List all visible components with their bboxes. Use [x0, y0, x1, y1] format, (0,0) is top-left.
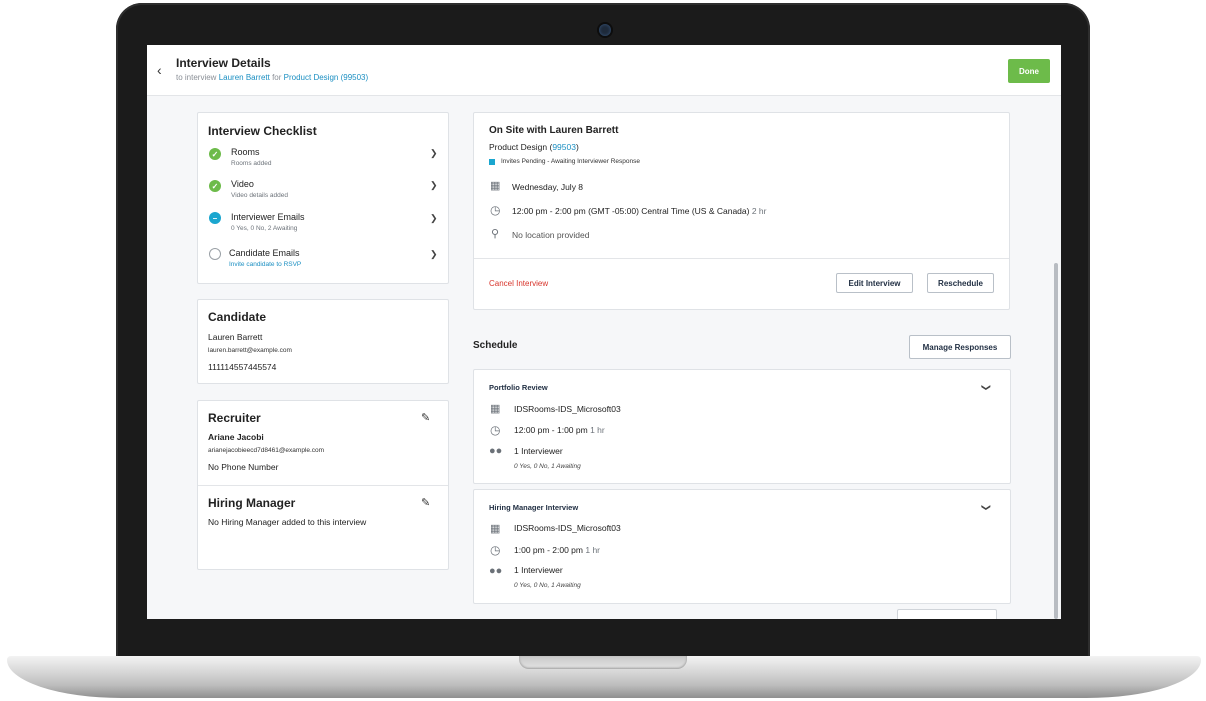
laptop-mockup: ‹ Interview Details to interview Lauren … [0, 0, 1206, 701]
reschedule-button[interactable]: Reschedule [927, 273, 994, 293]
app-screen: ‹ Interview Details to interview Lauren … [147, 45, 1061, 619]
chevron-right-icon[interactable]: ❯ [430, 180, 438, 191]
interview-title: On Site with Lauren Barrett [489, 125, 619, 136]
people-icon: ●● [489, 445, 503, 457]
session-responses: 0 Yes, 0 No, 1 Awaiting [514, 463, 581, 470]
interview-date: Wednesday, July 8 [512, 182, 584, 192]
interview-time: 12:00 pm - 2:00 pm (GMT -05:00) Central … [512, 206, 750, 216]
checklist-item-status: Video details added [231, 192, 288, 199]
interview-overview-card: On Site with Lauren Barrett Product Desi… [473, 112, 1010, 310]
people-icon: ●● [489, 565, 503, 577]
empty-circle-icon [209, 248, 221, 260]
minus-circle-icon: – [209, 212, 221, 224]
session-time: 12:00 pm - 1:00 pm [514, 425, 588, 435]
building-icon: ▦ [490, 403, 501, 415]
session-name: Portfolio Review [489, 383, 548, 392]
checklist-item-status: 0 Yes, 0 No, 2 Awaiting [231, 225, 298, 232]
job-prefix: Product Design ( [489, 142, 553, 152]
divider [474, 258, 1009, 259]
chevron-down-icon[interactable]: ❯ [980, 504, 991, 512]
hiring-manager-title: Hiring Manager [208, 496, 296, 510]
check-circle-icon: ✓ [209, 148, 221, 160]
done-button[interactable]: Done [1008, 59, 1050, 83]
webcam [599, 24, 611, 36]
checklist-item-candidate-emails[interactable]: Candidate Emails [229, 248, 300, 258]
candidate-link[interactable]: Lauren Barrett [219, 73, 270, 82]
scrollbar[interactable] [1054, 263, 1058, 619]
recruiter-name: Ariane Jacobi [208, 432, 264, 442]
page-subtitle: to interview Lauren Barrett for Product … [176, 73, 368, 82]
edit-interview-button[interactable]: Edit Interview [836, 273, 913, 293]
pencil-icon[interactable]: ✎ [421, 496, 430, 509]
subtitle-for: for [272, 73, 282, 82]
schedule-session-card[interactable]: Portfolio Review ❯ ▦ IDSRooms-IDS_Micros… [473, 369, 1011, 484]
pencil-icon[interactable]: ✎ [421, 411, 430, 424]
back-chevron-icon[interactable]: ‹ [157, 62, 169, 78]
session-room: IDSRooms-IDS_Microsoft03 [514, 523, 621, 533]
session-interviewers: 1 Interviewer [514, 446, 563, 456]
chevron-right-icon[interactable]: ❯ [430, 213, 438, 224]
divider [198, 485, 448, 486]
session-duration: 1 hr [585, 545, 601, 555]
top-bar: ‹ Interview Details to interview Lauren … [147, 45, 1061, 96]
candidate-card: Candidate Lauren Barrett lauren.barrett@… [197, 299, 449, 384]
cancel-interview-link[interactable]: Cancel Interview [489, 279, 548, 288]
laptop-notch [519, 656, 687, 669]
session-interviewers: 1 Interviewer [514, 565, 563, 575]
interview-duration: 2 hr [751, 206, 767, 216]
session-room: IDSRooms-IDS_Microsoft03 [514, 404, 621, 414]
candidate-name: Lauren Barrett [208, 332, 263, 342]
schedule-title: Schedule [473, 340, 518, 351]
checklist-item-interviewer-emails[interactable]: Interviewer Emails [231, 212, 305, 222]
interview-time-row: 12:00 pm - 2:00 pm (GMT -05:00) Central … [512, 206, 767, 216]
session-time-row: 12:00 pm - 1:00 pm 1 hr [514, 425, 605, 435]
recruiter-hiring-card: Recruiter ✎ Ariane Jacobi arianejacobiee… [197, 400, 449, 570]
interview-job: Product Design (99503) [489, 142, 579, 152]
session-time-row: 1:00 pm - 2:00 pm 1 hr [514, 545, 600, 555]
session-responses: 0 Yes, 0 No, 1 Awaiting [514, 582, 581, 589]
recruiter-phone: No Phone Number [208, 462, 279, 472]
interview-checklist-card: Interview Checklist ✓ Rooms Rooms added … [197, 112, 449, 284]
subtitle-prefix: to interview [176, 73, 217, 82]
location-pin-icon: ⚲ [491, 228, 500, 240]
interview-status: Invites Pending - Awaiting Interviewer R… [501, 158, 640, 165]
invite-candidate-link[interactable]: Invite candidate to RSVP [229, 261, 301, 268]
checklist-item-video[interactable]: Video [231, 179, 254, 189]
job-link[interactable]: Product Design (99503) [284, 73, 369, 82]
chevron-right-icon[interactable]: ❯ [430, 148, 438, 159]
clock-icon: ◷ [490, 203, 501, 217]
manage-responses-button[interactable]: Manage Responses [909, 335, 1011, 359]
checklist-title: Interview Checklist [208, 124, 317, 138]
recruiter-title: Recruiter [208, 411, 261, 425]
job-id-link[interactable]: 99503 [552, 142, 576, 152]
session-duration: 1 hr [590, 425, 605, 435]
chevron-down-icon[interactable]: ❯ [980, 384, 991, 392]
session-time: 1:00 pm - 2:00 pm [514, 545, 583, 555]
building-icon: ▦ [490, 523, 501, 535]
job-suffix: ) [575, 142, 579, 152]
page-title: Interview Details [176, 56, 271, 70]
status-square-icon [489, 159, 495, 165]
schedule-session-card[interactable]: Hiring Manager Interview ❯ ▦ IDSRooms-ID… [473, 489, 1011, 604]
candidate-title: Candidate [208, 310, 267, 324]
hiring-manager-text: No Hiring Manager added to this intervie… [208, 517, 367, 527]
candidate-phone: 111114557445574 [208, 362, 277, 372]
chevron-right-icon[interactable]: ❯ [430, 249, 438, 260]
calendar-icon: ▦ [490, 180, 501, 192]
floating-widget[interactable] [897, 609, 997, 619]
clock-icon: ◷ [490, 423, 501, 437]
interview-location: No location provided [512, 230, 590, 240]
check-circle-icon: ✓ [209, 180, 221, 192]
candidate-email: lauren.barrett@example.com [208, 347, 292, 354]
session-name: Hiring Manager Interview [489, 503, 579, 512]
clock-icon: ◷ [490, 543, 501, 557]
recruiter-email: arianejacobieecd7d8461@example.com [208, 447, 325, 454]
checklist-item-rooms[interactable]: Rooms [231, 147, 260, 157]
checklist-item-status: Rooms added [231, 160, 272, 167]
